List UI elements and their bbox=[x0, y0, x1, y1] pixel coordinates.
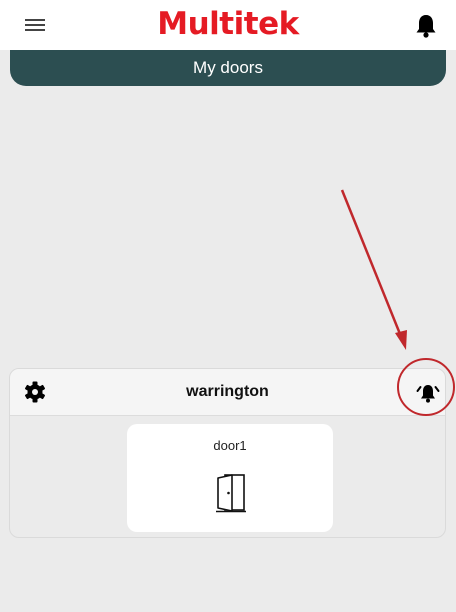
door-name: door1 bbox=[213, 438, 247, 453]
my-doors-header[interactable]: My doors bbox=[10, 50, 446, 86]
location-name: warrington bbox=[186, 383, 269, 400]
door-tile[interactable]: door1 bbox=[127, 424, 333, 532]
ringing-bell-icon bbox=[416, 385, 440, 403]
annotation-arrow bbox=[340, 189, 407, 350]
notifications-button[interactable] bbox=[411, 11, 441, 41]
alarm-button[interactable] bbox=[414, 378, 442, 406]
open-door-icon bbox=[216, 474, 246, 513]
location-card: warrington door1 bbox=[9, 368, 446, 538]
bell-icon bbox=[416, 15, 436, 38]
location-card-header: warrington bbox=[10, 369, 445, 416]
top-app-bar: Multitek bbox=[0, 0, 456, 50]
brand-logo: Multitek bbox=[157, 6, 299, 42]
